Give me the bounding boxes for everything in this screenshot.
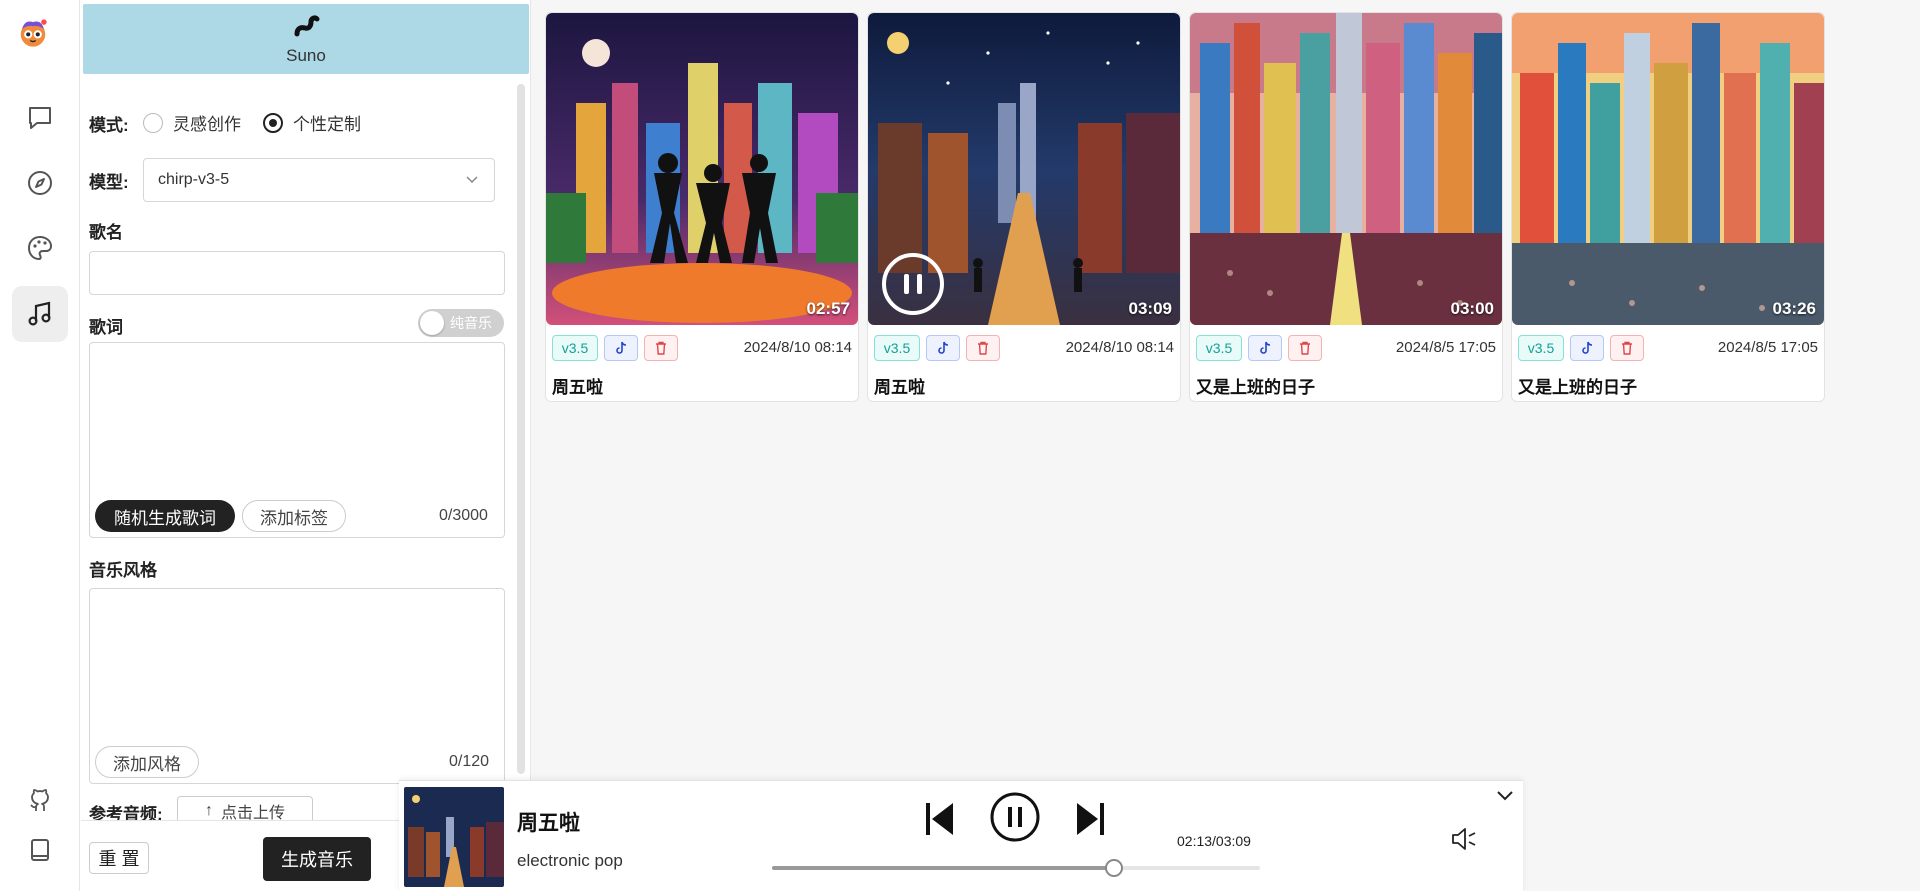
instrumental-toggle[interactable]: 纯音乐 [418, 309, 504, 337]
player-song-style: electronic pop [517, 851, 623, 870]
song-cover-image[interactable] [546, 13, 858, 325]
next-track-icon[interactable] [1073, 799, 1107, 839]
delete-icon[interactable] [966, 335, 1000, 361]
song-title[interactable]: 周五啦 [874, 373, 925, 398]
song-duration: 02:57 [806, 299, 850, 318]
song-title[interactable]: 又是上班的日子 [1196, 373, 1315, 398]
suno-icon [294, 15, 320, 37]
delete-icon[interactable] [1610, 335, 1644, 361]
song-grid: 02:57 v3.5 2024/8/10 08:14 周五啦 03:09 v3.… [531, 0, 1920, 891]
song-name-input[interactable] [89, 251, 505, 295]
song-tags: v3.5 [1518, 335, 1644, 361]
mode-option-label: 个性定制 [293, 115, 361, 134]
pause-overlay-icon[interactable] [882, 253, 944, 315]
song-card[interactable]: 03:26 v3.5 2024/8/5 17:05 又是上班的日子 [1511, 12, 1825, 402]
mode-radio-custom[interactable]: 个性定制 [263, 110, 361, 135]
player-cover-image [404, 787, 504, 887]
model-label: 模型: [89, 173, 129, 192]
pause-button-icon[interactable] [989, 791, 1041, 843]
compass-icon[interactable] [12, 155, 68, 211]
suno-tab-label: Suno [286, 46, 326, 65]
mode-option-label: 灵感创作 [173, 115, 241, 134]
add-style-button[interactable]: 添加风格 [95, 746, 199, 778]
version-tag: v3.5 [552, 335, 598, 361]
suno-tab[interactable]: Suno [83, 4, 529, 74]
chevron-down-icon [466, 176, 478, 184]
song-date: 2024/8/10 08:14 [743, 339, 852, 356]
app-logo-icon[interactable] [18, 18, 62, 62]
instrumental-toggle-label: 纯音乐 [450, 315, 492, 331]
icon-rail [0, 0, 80, 891]
song-card[interactable]: 02:57 v3.5 2024/8/10 08:14 周五啦 [545, 12, 859, 402]
mode-radio-inspiration[interactable]: 灵感创作 [143, 110, 241, 135]
progress-thumb[interactable] [1104, 859, 1123, 877]
generate-music-button[interactable]: 生成音乐 [263, 837, 371, 881]
book-icon[interactable] [12, 822, 68, 878]
tiktok-icon[interactable] [926, 335, 960, 361]
palette-icon[interactable] [12, 220, 68, 276]
panel-scrollbar[interactable] [517, 84, 525, 774]
song-duration: 03:09 [1128, 299, 1172, 318]
song-tags: v3.5 [1196, 335, 1322, 361]
version-tag: v3.5 [874, 335, 920, 361]
model-select-value: chirp-v3-5 [158, 171, 230, 188]
song-duration: 03:26 [1772, 299, 1816, 318]
github-icon[interactable] [12, 772, 68, 828]
song-tags: v3.5 [874, 335, 1000, 361]
song-cover-image[interactable] [1512, 13, 1824, 325]
song-date: 2024/8/5 17:05 [1395, 339, 1496, 356]
progress-fill [772, 866, 1114, 870]
song-name-label: 歌名 [89, 223, 123, 242]
radio-circle [143, 112, 163, 133]
song-title[interactable]: 周五啦 [552, 373, 603, 398]
song-date: 2024/8/10 08:14 [1065, 339, 1174, 356]
music-icon[interactable] [12, 286, 68, 342]
reset-button[interactable]: 重 置 [89, 842, 149, 874]
progress-slider[interactable] [772, 859, 1260, 877]
random-lyrics-button[interactable]: 随机生成歌词 [95, 500, 235, 532]
collapse-chevron-icon[interactable] [1495, 785, 1515, 805]
tiktok-icon[interactable] [604, 335, 638, 361]
playback-time: 02:13/03:09 [1177, 833, 1251, 849]
tiktok-icon[interactable] [1570, 335, 1604, 361]
song-date: 2024/8/5 17:05 [1717, 339, 1818, 356]
toggle-knob [420, 311, 444, 335]
upload-icon: ↑ [204, 802, 213, 819]
volume-icon[interactable] [1449, 824, 1479, 854]
version-tag: v3.5 [1196, 335, 1242, 361]
previous-track-icon[interactable] [923, 799, 957, 839]
song-title[interactable]: 又是上班的日子 [1518, 373, 1637, 398]
delete-icon[interactable] [1288, 335, 1322, 361]
delete-icon[interactable] [644, 335, 678, 361]
mode-label: 模式: [89, 116, 129, 135]
lyrics-label: 歌词 [89, 318, 123, 337]
chat-icon[interactable] [12, 90, 68, 146]
lyrics-counter: 0/3000 [439, 507, 488, 524]
song-card[interactable]: 03:09 v3.5 2024/8/10 08:14 周五啦 [867, 12, 1181, 402]
style-label: 音乐风格 [89, 561, 157, 580]
version-tag: v3.5 [1518, 335, 1564, 361]
music-player: 周五啦 electronic pop 02:13/03:09 [399, 780, 1523, 891]
player-song-title: 周五啦 [517, 812, 580, 835]
song-tags: v3.5 [552, 335, 678, 361]
settings-panel: Suno 模式: 灵感创作 个性定制 模型: chirp-v3-5 歌名 歌词 … [81, 0, 531, 891]
song-card[interactable]: 03:00 v3.5 2024/8/5 17:05 又是上班的日子 [1189, 12, 1503, 402]
style-counter: 0/120 [449, 753, 490, 770]
radio-circle-selected [263, 112, 283, 133]
add-tag-button[interactable]: 添加标签 [242, 500, 346, 532]
tiktok-icon[interactable] [1248, 335, 1282, 361]
model-select[interactable]: chirp-v3-5 [143, 158, 495, 202]
song-duration: 03:00 [1450, 299, 1494, 318]
song-cover-image[interactable] [1190, 13, 1502, 325]
